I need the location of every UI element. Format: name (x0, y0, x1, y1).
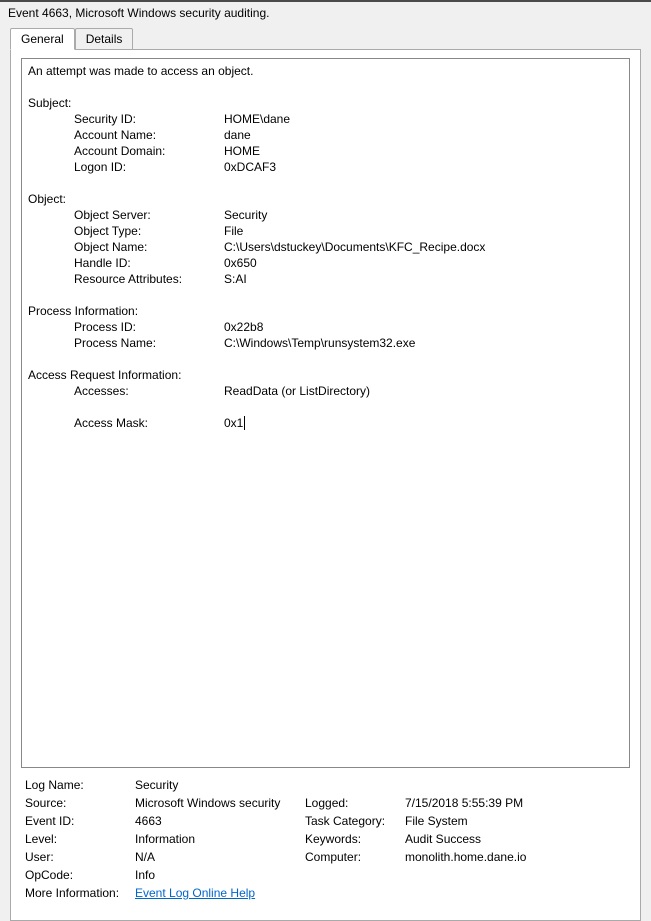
meta-value: monolith.home.dane.io (405, 850, 626, 864)
field-value: 0xDCAF3 (224, 159, 623, 175)
tab-details[interactable]: Details (75, 28, 134, 50)
meta-row: OpCode: Info (25, 868, 626, 882)
field-label: Account Name: (74, 127, 224, 143)
subject-header: Subject: (28, 95, 623, 111)
tabs: General Details (10, 28, 641, 50)
field-row: Process Name: C:\Windows\Temp\runsystem3… (28, 335, 623, 351)
field-value: 0x650 (224, 255, 623, 271)
field-value: File (224, 223, 623, 239)
meta-label: Logged: (305, 796, 405, 810)
field-row: Object Type: File (28, 223, 623, 239)
meta-value: Microsoft Windows security (135, 796, 305, 810)
meta-value: File System (405, 814, 626, 828)
meta-value: N/A (135, 850, 305, 864)
field-value: Security (224, 207, 623, 223)
field-label: Object Type: (74, 223, 224, 239)
field-value: HOME\dane (224, 111, 623, 127)
field-row: Account Name: dane (28, 127, 623, 143)
process-header: Process Information: (28, 303, 623, 319)
event-metadata-section: Log Name: Security Source: Microsoft Win… (21, 768, 630, 904)
field-row: Process ID: 0x22b8 (28, 319, 623, 335)
meta-value: 7/15/2018 5:55:39 PM (405, 796, 626, 810)
field-row: Security ID: HOME\dane (28, 111, 623, 127)
field-label: Process Name: (74, 335, 224, 351)
field-value: ReadData (or ListDirectory) (224, 383, 623, 399)
meta-label: Level: (25, 832, 135, 846)
meta-label: Computer: (305, 850, 405, 864)
field-value: S:AI (224, 271, 623, 287)
meta-value: Info (135, 868, 305, 882)
meta-value: Information (135, 832, 305, 846)
event-opening: An attempt was made to access an object. (28, 63, 623, 79)
tab-panel-general: An attempt was made to access an object.… (10, 49, 641, 921)
more-info-link[interactable]: Event Log Online Help (135, 886, 305, 900)
field-value: C:\Users\dstuckey\Documents\KFC_Recipe.d… (224, 239, 623, 255)
meta-row: More Information: Event Log Online Help (25, 886, 626, 900)
meta-label: User: (25, 850, 135, 864)
tab-area: General Details An attempt was made to a… (0, 28, 651, 921)
meta-row: Level: Information Keywords: Audit Succe… (25, 832, 626, 846)
meta-value: Security (135, 778, 305, 792)
meta-value: 4663 (135, 814, 305, 828)
field-label: Logon ID: (74, 159, 224, 175)
field-value: 0x1 (224, 415, 623, 431)
field-label: Account Domain: (74, 143, 224, 159)
event-properties-window: Event 4663, Microsoft Windows security a… (0, 0, 651, 921)
field-label: Process ID: (74, 319, 224, 335)
field-row: Handle ID: 0x650 (28, 255, 623, 271)
meta-row: User: N/A Computer: monolith.home.dane.i… (25, 850, 626, 864)
field-label: Object Name: (74, 239, 224, 255)
field-value: 0x22b8 (224, 319, 623, 335)
field-row: Object Server: Security (28, 207, 623, 223)
meta-label: OpCode: (25, 868, 135, 882)
access-header: Access Request Information: (28, 367, 623, 383)
field-value: dane (224, 127, 623, 143)
window-title: Event 4663, Microsoft Windows security a… (0, 2, 651, 28)
tab-general[interactable]: General (10, 28, 75, 50)
field-row: Resource Attributes: S:AI (28, 271, 623, 287)
meta-row: Log Name: Security (25, 778, 626, 792)
meta-label: Source: (25, 796, 135, 810)
meta-label: Task Category: (305, 814, 405, 828)
field-label: Object Server: (74, 207, 224, 223)
field-label: Access Mask: (74, 415, 224, 431)
field-label: Resource Attributes: (74, 271, 224, 287)
field-row: Account Domain: HOME (28, 143, 623, 159)
meta-row: Source: Microsoft Windows security Logge… (25, 796, 626, 810)
meta-row: Event ID: 4663 Task Category: File Syste… (25, 814, 626, 828)
event-description-box[interactable]: An attempt was made to access an object.… (21, 58, 630, 768)
field-row: Logon ID: 0xDCAF3 (28, 159, 623, 175)
meta-value: Audit Success (405, 832, 626, 846)
field-label: Security ID: (74, 111, 224, 127)
field-value: HOME (224, 143, 623, 159)
meta-label: Keywords: (305, 832, 405, 846)
meta-label: More Information: (25, 886, 135, 900)
object-header: Object: (28, 191, 623, 207)
meta-label: Event ID: (25, 814, 135, 828)
meta-label: Log Name: (25, 778, 135, 792)
field-label: Handle ID: (74, 255, 224, 271)
field-value: C:\Windows\Temp\runsystem32.exe (224, 335, 623, 351)
field-row: Object Name: C:\Users\dstuckey\Documents… (28, 239, 623, 255)
field-label: Accesses: (74, 383, 224, 399)
field-row: Accesses: ReadData (or ListDirectory) (28, 383, 623, 399)
field-row: Access Mask: 0x1 (28, 415, 623, 431)
